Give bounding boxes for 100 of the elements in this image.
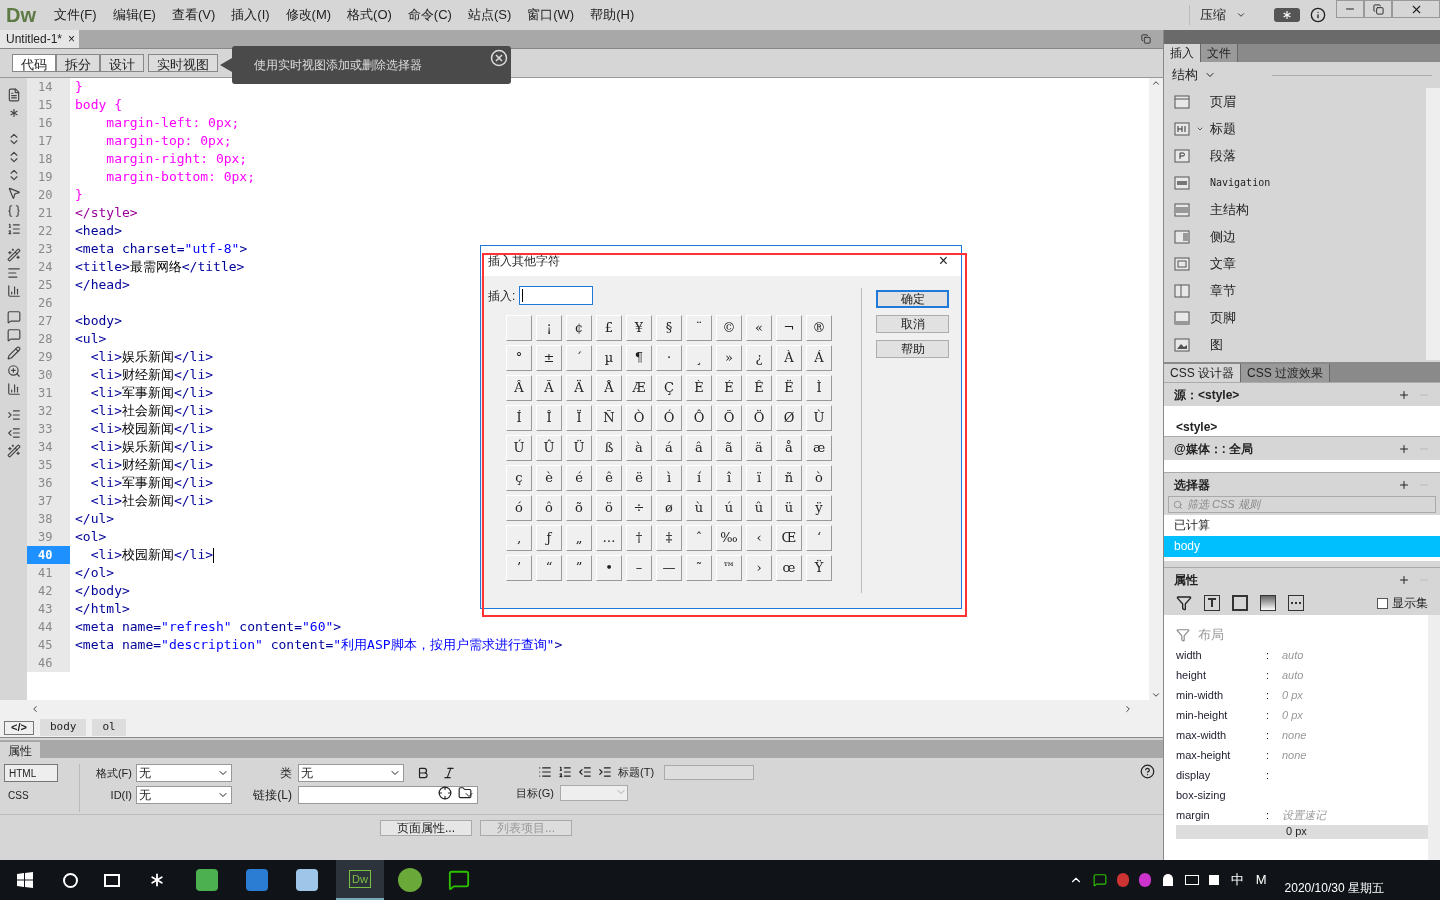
outdent-icon[interactable] bbox=[578, 765, 592, 780]
character-button[interactable]: Ù bbox=[806, 405, 832, 431]
link-select[interactable] bbox=[298, 786, 478, 804]
character-button[interactable]: â bbox=[686, 435, 712, 461]
tag-selector-item[interactable]: ol bbox=[92, 719, 126, 736]
menu-item[interactable]: 编辑(E) bbox=[104, 5, 164, 25]
character-button[interactable]: è bbox=[536, 465, 562, 491]
bold-icon[interactable] bbox=[416, 766, 430, 780]
selector-item[interactable]: 已计算 bbox=[1164, 515, 1440, 536]
numbered-list-icon[interactable] bbox=[6, 222, 21, 236]
mode-button[interactable]: HTML bbox=[4, 764, 58, 782]
character-button[interactable]: » bbox=[716, 345, 742, 371]
menu-item[interactable]: 命令(C) bbox=[399, 5, 460, 25]
panel-tab[interactable]: CSS 设计器 bbox=[1164, 364, 1241, 382]
character-button[interactable]: ÷ bbox=[626, 495, 652, 521]
indent-icon[interactable] bbox=[6, 408, 21, 422]
character-button[interactable]: É bbox=[716, 375, 742, 401]
character-button[interactable]: Ö bbox=[746, 405, 772, 431]
character-button[interactable]: à bbox=[626, 435, 652, 461]
panel-tab[interactable]: 插入 bbox=[1164, 44, 1201, 62]
character-button[interactable]: • bbox=[596, 555, 622, 581]
character-button[interactable]: § bbox=[656, 315, 682, 341]
title-field[interactable] bbox=[664, 764, 755, 780]
chat-icon[interactable] bbox=[448, 869, 470, 891]
add-icon[interactable] bbox=[1398, 478, 1410, 491]
network-icon[interactable] bbox=[1184, 875, 1199, 885]
character-button[interactable]: « bbox=[746, 315, 772, 341]
point-to-file-icon[interactable] bbox=[438, 785, 452, 800]
info-icon[interactable] bbox=[1310, 7, 1326, 23]
panel-tab[interactable]: 属性 bbox=[0, 742, 40, 758]
pencil-icon[interactable] bbox=[6, 346, 21, 360]
character-button[interactable]: … bbox=[596, 525, 622, 551]
app-icon[interactable] bbox=[196, 869, 218, 891]
character-button[interactable]: ä bbox=[746, 435, 772, 461]
chart-icon[interactable] bbox=[6, 382, 21, 396]
scroll-left-icon[interactable] bbox=[30, 704, 40, 714]
character-button[interactable]: Å bbox=[596, 375, 622, 401]
page-properties-button[interactable]: 页面属性... bbox=[380, 820, 472, 836]
document-tab[interactable]: Untitled-1* bbox=[0, 30, 69, 48]
character-button[interactable]: ò bbox=[806, 465, 832, 491]
add-icon[interactable] bbox=[1398, 573, 1410, 586]
insert-item[interactable]: Navigation bbox=[1164, 169, 1426, 196]
view-tab[interactable]: 代码 bbox=[12, 54, 56, 72]
app-icon[interactable] bbox=[398, 868, 422, 892]
character-button[interactable]: ó bbox=[506, 495, 532, 521]
scrollbar[interactable] bbox=[1149, 78, 1163, 700]
menu-item[interactable]: 窗口(W) bbox=[519, 5, 583, 25]
document-icon[interactable] bbox=[6, 88, 21, 102]
menu-item[interactable]: 文件(F) bbox=[46, 5, 105, 25]
character-button[interactable]: † bbox=[626, 525, 652, 551]
minimize-button[interactable] bbox=[1336, 0, 1364, 18]
character-button[interactable]: ø bbox=[656, 495, 682, 521]
character-button[interactable]: ß bbox=[596, 435, 622, 461]
insert-item[interactable]: 页脚 bbox=[1164, 304, 1426, 331]
outdent-icon[interactable] bbox=[6, 426, 21, 440]
chart-icon[interactable] bbox=[6, 284, 21, 298]
active-taskbar-button[interactable]: Dw bbox=[336, 860, 384, 900]
character-button[interactable]: û bbox=[746, 495, 772, 521]
selector-list[interactable]: 已计算 body bbox=[1164, 515, 1440, 561]
character-button[interactable]: ¢ bbox=[566, 315, 592, 341]
character-button[interactable]: Œ bbox=[776, 525, 802, 551]
character-button[interactable]: ¬ bbox=[776, 315, 802, 341]
wand-icon[interactable] bbox=[6, 444, 21, 458]
character-button[interactable]: ì bbox=[656, 465, 682, 491]
tray-chat-icon[interactable] bbox=[1092, 873, 1107, 887]
character-button[interactable]: Á bbox=[806, 345, 832, 371]
character-button[interactable]: ù bbox=[686, 495, 712, 521]
character-button[interactable]: ú bbox=[716, 495, 742, 521]
background-category-icon[interactable] bbox=[1260, 595, 1276, 611]
character-button[interactable]: Ø bbox=[776, 405, 802, 431]
insert-field[interactable] bbox=[519, 286, 594, 305]
dialog-button[interactable]: 确定 bbox=[876, 290, 949, 308]
menu-item[interactable]: 帮助(H) bbox=[582, 5, 643, 25]
panel-tab[interactable]: CSS 过渡效果 bbox=[1241, 364, 1331, 382]
character-button[interactable]: › bbox=[746, 555, 772, 581]
dialog-button[interactable]: 帮助 bbox=[876, 340, 949, 358]
character-button[interactable]: ¸ bbox=[686, 345, 712, 371]
character-button[interactable]: ¨ bbox=[686, 315, 712, 341]
character-button[interactable]: ¶ bbox=[626, 345, 652, 371]
restore-button[interactable] bbox=[1364, 0, 1392, 18]
scrollbar[interactable] bbox=[0, 700, 1163, 718]
mode-button[interactable]: CSS bbox=[4, 786, 58, 804]
character-button[interactable]: À bbox=[776, 345, 802, 371]
character-button[interactable]: á bbox=[656, 435, 682, 461]
character-button[interactable]: ¡ bbox=[536, 315, 562, 341]
character-button[interactable]: µ bbox=[596, 345, 622, 371]
bulleted-list-icon[interactable] bbox=[538, 765, 552, 780]
character-button[interactable]: Ÿ bbox=[806, 555, 832, 581]
character-button[interactable]: © bbox=[716, 315, 742, 341]
task-view-icon[interactable] bbox=[104, 873, 120, 887]
character-button[interactable]: “ bbox=[536, 555, 562, 581]
character-button[interactable]: Ï bbox=[566, 405, 592, 431]
character-button[interactable]: å bbox=[776, 435, 802, 461]
view-tab[interactable]: 拆分 bbox=[56, 54, 100, 72]
character-button[interactable]: Í bbox=[506, 405, 532, 431]
dialog-button[interactable]: 取消 bbox=[876, 315, 949, 333]
character-button[interactable]: ñ bbox=[776, 465, 802, 491]
pointer-icon[interactable] bbox=[6, 186, 21, 200]
comment-icon[interactable] bbox=[6, 328, 21, 342]
character-button[interactable]: õ bbox=[566, 495, 592, 521]
